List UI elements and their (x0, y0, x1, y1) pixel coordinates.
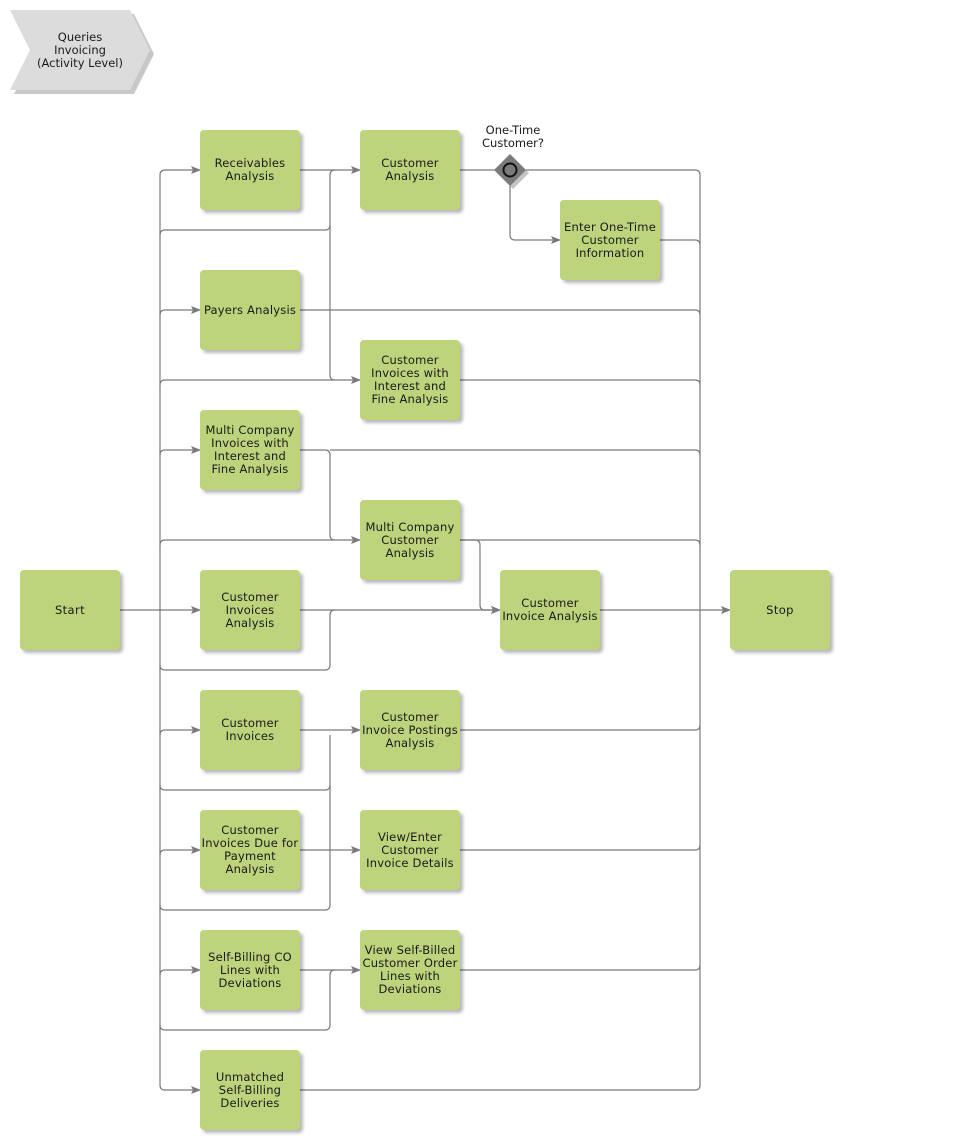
exclusive-gateway-icon (494, 154, 529, 189)
edge-bus-to-col2-a (159, 224, 331, 236)
edge-to-payers (159, 306, 201, 316)
process-title: Queries Invoicing (Activity Level) (37, 29, 123, 70)
task-unmatched[interactable]: Unmatched Self-Billing Deliveries (200, 1050, 300, 1130)
edge-to-receivables (159, 166, 201, 176)
edge-gateway-stop (526, 169, 701, 176)
task-payers[interactable]: Payers Analysis (200, 270, 300, 350)
edge-gateway-onetime (509, 186, 561, 244)
task-selfbilling-co[interactable]: Self-Billing CO Lines with Deviations (200, 930, 300, 1010)
process-diagram: Queries Invoicing (Activity Level) One-T… (0, 0, 964, 1140)
task-cust-analysis[interactable]: Customer Analysis (360, 130, 460, 210)
gateway-one-time-customer[interactable] (494, 154, 529, 189)
edge-to-cust-interest (159, 376, 361, 386)
task-view-details[interactable]: View/Enter Customer Invoice Details (360, 810, 460, 890)
edge-to-due-payment (159, 846, 201, 856)
edge-multico-branch (300, 449, 331, 456)
edge-to-unmatched (159, 1084, 201, 1094)
edge-multico-cust-to-cia (460, 539, 501, 614)
task-stop[interactable]: Stop (730, 570, 830, 650)
edge-multico-interest-stop (330, 449, 701, 456)
task-view-selfbilled[interactable]: View Self-Billed Customer Order Lines wi… (360, 930, 460, 1010)
task-cust-inv-analysis[interactable]: Customer Invoices Analysis (200, 570, 300, 650)
edge-postings-stop (460, 724, 701, 731)
task-multico-interest[interactable]: Multi Company Invoices with Interest and… (200, 410, 300, 490)
task-multico-cust[interactable]: Multi Company Customer Analysis (360, 500, 460, 580)
edge-to-multico-cust (159, 536, 361, 546)
edge-col2-vert-a (329, 175, 336, 381)
task-receivables[interactable]: Receivables Analysis (200, 130, 300, 210)
task-postings[interactable]: Customer Invoice Postings Analysis (360, 690, 460, 770)
task-cust-invoice-analysis[interactable]: Customer Invoice Analysis (500, 570, 600, 650)
edge-to-cust-invoices (159, 726, 201, 736)
edge-payers-stop (300, 309, 701, 316)
task-cust-invoices[interactable]: Customer Invoices (200, 690, 300, 770)
edge-details-stop (460, 844, 701, 851)
gateway-label: One-Time Customer? (482, 123, 544, 150)
process-title-chevron: Queries Invoicing (Activity Level) (10, 10, 154, 94)
edge-to-selfbilling (159, 966, 201, 976)
edge-multico-cust-stop (460, 539, 701, 546)
task-onetime[interactable]: Enter One-Time Customer Information (560, 200, 660, 280)
edge-col2-top (329, 169, 336, 176)
edge-loop-dp (159, 904, 331, 911)
edge-unmatched-stop (300, 1084, 701, 1091)
edge-onetime-stop (660, 239, 701, 246)
task-start[interactable]: Start (20, 570, 120, 650)
edge-cust-interest-stop (460, 379, 701, 386)
edge-to-multico-interest (159, 446, 201, 456)
edge-loop-ci (159, 784, 331, 791)
edge-col2-vert-b (329, 455, 336, 541)
edge-viewselfbilled-stop (460, 964, 701, 971)
task-cust-interest[interactable]: Customer Invoices with Interest and Fine… (360, 340, 460, 420)
task-due-payment[interactable]: Customer Invoices Due for Payment Analys… (200, 810, 300, 890)
